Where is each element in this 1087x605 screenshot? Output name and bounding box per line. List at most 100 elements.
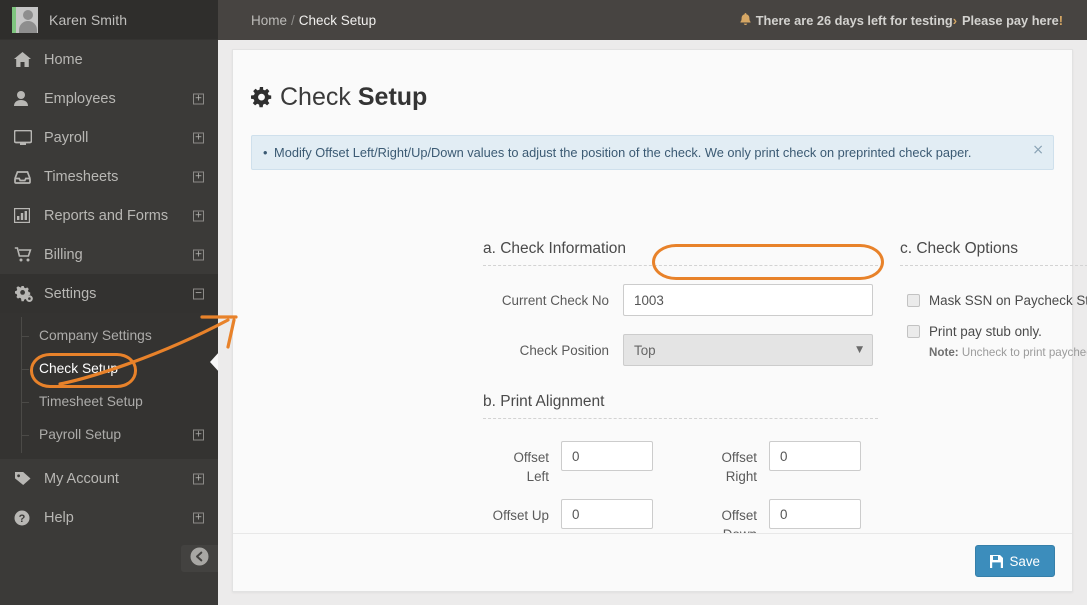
save-button[interactable]: Save — [975, 545, 1055, 577]
alert-text: Modify Offset Left/Right/Up/Down values … — [274, 145, 972, 160]
section-b-heading: b. Print Alignment — [483, 393, 878, 419]
offset-down-input[interactable] — [769, 499, 861, 529]
submenu-label: Company Settings — [39, 328, 152, 343]
shopping-cart-icon — [14, 247, 38, 262]
notice-separator: › — [952, 12, 957, 28]
current-check-no-label: Current Check No — [501, 293, 609, 308]
submenu-label: Payroll Setup — [39, 427, 122, 442]
notice-exclamation: ! — [1058, 12, 1063, 28]
note-bold-prefix: Note: — [929, 346, 959, 359]
offset-left-input[interactable] — [561, 441, 653, 471]
question-circle-icon: ? — [14, 510, 38, 526]
section-check-options: c. Check Options Mask SSN on Paycheck St… — [900, 240, 1087, 359]
offset-right-label: Offset Right — [721, 450, 757, 484]
user-avatar-icon — [12, 6, 38, 33]
check-setup-panel: Check Setup • Modify Offset Left/Right/U… — [232, 49, 1087, 592]
offset-right-input[interactable] — [769, 441, 861, 471]
sidebar: Karen Smith Home Employees + Payroll + T… — [0, 0, 220, 605]
submenu-label: Timesheet Setup — [39, 394, 143, 409]
monitor-icon — [14, 130, 38, 145]
breadcrumb-home[interactable]: Home — [251, 13, 287, 28]
sidebar-item-label: Timesheets — [44, 168, 119, 185]
notice-text: There are 26 days left for testing — [755, 12, 953, 28]
sidebar-item-label: Help — [44, 509, 74, 526]
expand-icon[interactable]: + — [193, 249, 204, 260]
field-offset-up: Offset Up — [483, 499, 653, 529]
user-icon — [14, 91, 38, 106]
gear-icon — [251, 87, 272, 108]
print-stub-note: Note: Uncheck to print paycheck with stu… — [900, 346, 1087, 359]
sidebar-item-label: Billing — [44, 246, 83, 263]
sidebar-item-reports-and-forms[interactable]: Reports and Forms + — [0, 196, 218, 235]
home-icon — [14, 52, 38, 67]
offset-up-input[interactable] — [561, 499, 653, 529]
offset-up-label: Offset Up — [492, 508, 549, 523]
trial-notice[interactable]: There are 26 days left for testing › Ple… — [740, 13, 1063, 28]
sidebar-item-settings[interactable]: Settings − — [0, 274, 218, 313]
sidebar-item-my-account[interactable]: My Account + — [0, 459, 218, 498]
chevron-down-icon: ▼ — [856, 345, 863, 355]
save-button-label: Save — [1009, 553, 1040, 569]
current-check-no-input[interactable] — [623, 284, 873, 316]
expand-icon[interactable]: + — [193, 171, 204, 182]
note-text: Uncheck to print paycheck with stub. — [961, 346, 1087, 359]
expand-icon[interactable]: + — [193, 512, 204, 523]
sidebar-item-label: Reports and Forms — [44, 207, 169, 224]
close-icon[interactable]: × — [1032, 143, 1044, 157]
expand-icon[interactable]: + — [193, 132, 204, 143]
page-title-bold: Setup — [357, 83, 428, 111]
sidebar-item-help[interactable]: ? Help + — [0, 498, 218, 537]
expand-icon[interactable]: + — [193, 473, 204, 484]
sidebar-item-timesheet-setup[interactable]: Timesheet Setup — [0, 385, 218, 418]
notice-cta-link[interactable]: Please pay here — [962, 13, 1059, 28]
svg-text:?: ? — [19, 513, 26, 525]
offset-left-label: Offset Left — [513, 450, 549, 484]
page-title-light: Check — [280, 83, 351, 111]
sidebar-item-label: My Account — [44, 470, 119, 487]
check-position-value: Top — [634, 342, 656, 358]
sidebar-item-company-settings[interactable]: Company Settings — [0, 319, 218, 352]
check-position-select[interactable]: Top ▼ — [623, 334, 873, 366]
floppy-disk-icon — [990, 554, 1004, 568]
option-mask-ssn[interactable]: Mask SSN on Paycheck Stubs — [900, 293, 1087, 308]
sidebar-item-label: Home — [44, 51, 83, 68]
topbar: Home / Check Setup There are 26 days left … — [218, 0, 1087, 40]
sidebar-item-employees[interactable]: Employees + — [0, 79, 218, 118]
section-c-heading: c. Check Options — [900, 240, 1087, 266]
bullet-icon: • — [263, 145, 268, 160]
content-area: Check Setup • Modify Offset Left/Right/U… — [218, 40, 1087, 605]
sidebar-item-payroll[interactable]: Payroll + — [0, 118, 218, 157]
highlight-oval-mask-ssn — [652, 244, 884, 280]
app-root: Karen Smith Home Employees + Payroll + T… — [0, 0, 1087, 605]
sidebar-item-timesheets[interactable]: Timesheets + — [0, 157, 218, 196]
sidebar-collapse-button[interactable] — [181, 545, 218, 572]
inbox-icon — [14, 170, 38, 184]
expand-icon[interactable]: + — [193, 93, 204, 104]
sidebar-item-payroll-setup[interactable]: Payroll Setup + — [0, 418, 218, 451]
check-position-label: Check Position — [519, 343, 609, 358]
highlight-oval-check-setup — [30, 353, 137, 388]
collapse-icon[interactable]: − — [193, 288, 204, 299]
expand-icon[interactable]: + — [193, 210, 204, 221]
arrow-circle-left-icon — [190, 547, 209, 571]
sidebar-user-panel[interactable]: Karen Smith — [0, 0, 218, 40]
page-title: Check Setup — [251, 83, 1072, 112]
field-current-check-no: Current Check No — [483, 284, 878, 316]
bell-icon — [740, 13, 751, 27]
bar-chart-icon — [14, 208, 38, 223]
field-offset-right: Offset Right — [691, 441, 861, 486]
field-offset-left: Offset Left — [483, 441, 653, 486]
print-stub-checkbox[interactable] — [907, 325, 920, 338]
print-stub-label: Print pay stub only. — [929, 324, 1042, 339]
sidebar-item-billing[interactable]: Billing + — [0, 235, 218, 274]
sidebar-item-label: Payroll — [44, 129, 89, 146]
option-print-pay-stub-only[interactable]: Print pay stub only. — [900, 324, 1087, 339]
tag-icon — [14, 471, 38, 486]
sidebar-item-label: Settings — [44, 285, 97, 302]
mask-ssn-checkbox[interactable] — [907, 294, 920, 307]
info-alert: • Modify Offset Left/Right/Up/Down value… — [251, 135, 1054, 170]
breadcrumb: Home / Check Setup — [251, 13, 376, 28]
user-name: Karen Smith — [49, 11, 128, 28]
expand-icon[interactable]: + — [193, 429, 204, 440]
sidebar-item-home[interactable]: Home — [0, 40, 218, 79]
